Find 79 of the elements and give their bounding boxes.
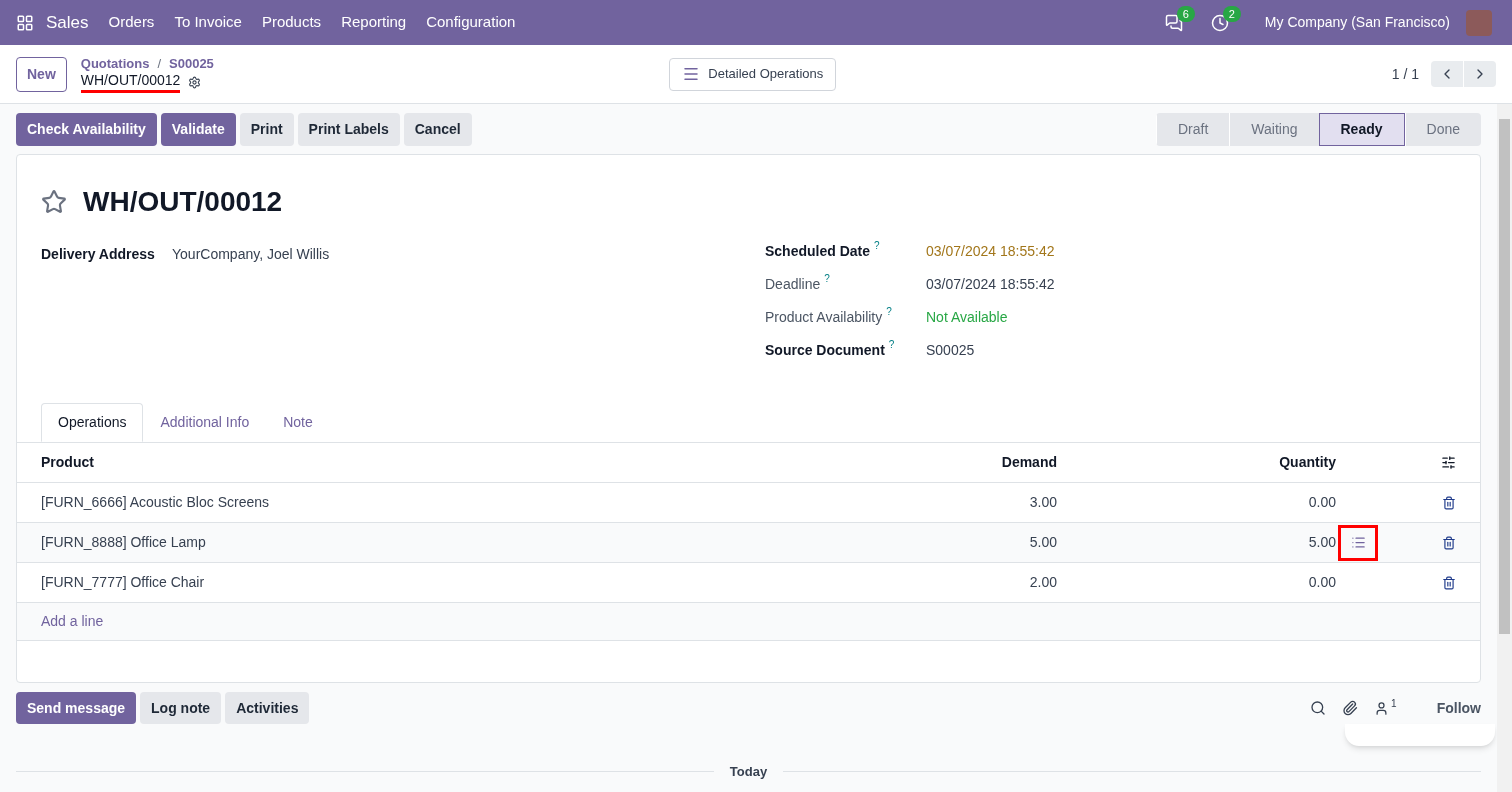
- help-mark[interactable]: ?: [874, 238, 880, 253]
- menu-item[interactable]: Orders: [108, 11, 155, 34]
- breadcrumb-separator: /: [157, 55, 162, 72]
- table-cell-text: 2.00: [1028, 573, 1057, 592]
- table-cell-text: [FURN_8888] Office Lamp: [41, 533, 207, 552]
- activities-count-badge: 2: [1222, 5, 1241, 22]
- field-label: Delivery Address: [41, 244, 156, 264]
- table-cell-text: 3.00: [1028, 493, 1057, 512]
- followers-icon[interactable]: [1374, 700, 1390, 716]
- column-header[interactable]: Demand: [721, 452, 1057, 473]
- form-tab[interactable]: Additional Info: [143, 403, 267, 442]
- detailed-operations-button[interactable]: Detailed Operations: [669, 57, 837, 91]
- pager-value[interactable]: 1 / 1: [1391, 63, 1419, 85]
- table-cell-text: 5.00: [1028, 533, 1057, 552]
- help-mark[interactable]: ?: [824, 271, 830, 286]
- help-mark[interactable]: ?: [888, 337, 895, 352]
- follow-button[interactable]: Follow: [1436, 697, 1481, 719]
- field-label: Product Availability: [765, 308, 883, 327]
- trash-icon[interactable]: [1442, 575, 1456, 590]
- record-name: WH/OUT/00012: [80, 72, 181, 93]
- field-label: Scheduled Date: [765, 242, 871, 261]
- app-name[interactable]: Sales: [46, 9, 89, 36]
- details-button[interactable]: [1338, 524, 1378, 561]
- help-mark[interactable]: ?: [886, 304, 892, 319]
- table-cell-text: [FURN_7777] Office Chair: [41, 573, 206, 592]
- field-value[interactable]: 03/07/2024 18:55:42: [926, 274, 1055, 295]
- field-label: Deadline: [765, 275, 821, 294]
- menu-item[interactable]: Reporting: [341, 11, 407, 34]
- form-tab[interactable]: Note: [266, 403, 330, 442]
- column-header[interactable]: Product: [41, 452, 721, 473]
- paperclip-icon[interactable]: [1342, 700, 1359, 716]
- column-settings-icon[interactable]: [1441, 455, 1456, 470]
- table-cell-text: [FURN_6666] Acoustic Bloc Screens: [41, 493, 270, 512]
- status-stage[interactable]: Waiting: [1229, 113, 1319, 146]
- new-button[interactable]: New: [16, 56, 67, 92]
- menu-item[interactable]: To Invoice: [174, 11, 242, 34]
- chatter-button[interactable]: Send message: [16, 692, 137, 724]
- star-icon[interactable]: [41, 189, 67, 215]
- gear-icon[interactable]: [188, 76, 202, 89]
- scrollbar[interactable]: [1497, 104, 1512, 792]
- field-value[interactable]: Not Available: [926, 307, 1008, 328]
- menu-lines-icon: [682, 65, 701, 83]
- trash-icon[interactable]: [1442, 535, 1456, 550]
- status-stage[interactable]: Draft: [1156, 113, 1230, 146]
- action-button[interactable]: Validate: [160, 113, 236, 146]
- action-button[interactable]: Print Labels: [297, 113, 400, 146]
- column-header[interactable]: Quantity: [1057, 452, 1336, 473]
- trash-icon[interactable]: [1442, 495, 1456, 510]
- messages-count-badge: 6: [1176, 5, 1195, 22]
- action-button[interactable]: Cancel: [403, 113, 472, 146]
- field-label: Source Document: [765, 341, 885, 360]
- form-tab[interactable]: Operations: [41, 403, 144, 442]
- breadcrumb-link[interactable]: S00025: [169, 55, 214, 72]
- company-name[interactable]: My Company (San Francisco): [1264, 12, 1450, 33]
- apps-menu-icon[interactable]: [16, 13, 34, 32]
- status-stage[interactable]: Ready: [1318, 113, 1405, 146]
- field-value[interactable]: S00025: [926, 340, 975, 361]
- search-icon[interactable]: [1310, 700, 1327, 716]
- table-cell-text: 0.00: [1307, 573, 1336, 592]
- action-button[interactable]: Print: [239, 113, 294, 146]
- list-icon: [1350, 535, 1366, 550]
- chatter-button[interactable]: Log note: [140, 692, 222, 724]
- status-stage[interactable]: Done: [1404, 113, 1481, 146]
- date-separator: Today: [728, 763, 769, 781]
- activities-icon[interactable]: [1210, 13, 1229, 32]
- field-value[interactable]: YourCompany, Joel Willis: [172, 243, 330, 265]
- messages-icon[interactable]: [1164, 13, 1183, 32]
- table-row[interactable]: [FURN_8888] Office Lamp 5.00 5.00: [17, 523, 1480, 563]
- table-cell-text: 5.00: [1307, 533, 1336, 552]
- record-title: WH/OUT/00012: [83, 185, 283, 219]
- table-cell-text: 0.00: [1307, 493, 1336, 512]
- followers-count[interactable]: 1: [1391, 696, 1397, 711]
- field-value[interactable]: 03/07/2024 18:55:42: [926, 241, 1055, 262]
- breadcrumb-link[interactable]: Quotations: [80, 55, 150, 72]
- add-line-link[interactable]: Add a line: [41, 611, 104, 632]
- menu-item[interactable]: Configuration: [426, 11, 516, 34]
- menu-item[interactable]: Products: [261, 11, 322, 34]
- chatter-button[interactable]: Activities: [225, 692, 310, 724]
- action-button[interactable]: Check Availability: [16, 113, 157, 146]
